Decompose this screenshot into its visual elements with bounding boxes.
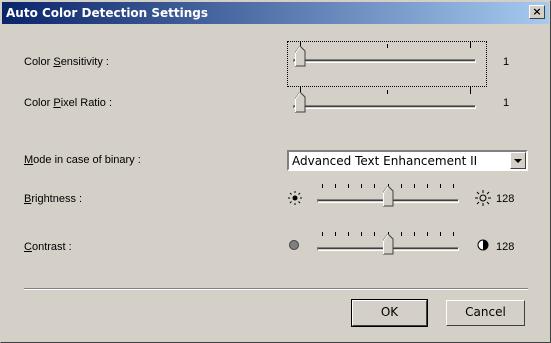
contrast-high-icon [477, 239, 489, 251]
brightness-label: Brightness : [24, 193, 83, 205]
slider-tick [387, 90, 388, 94]
slider-tick [335, 232, 336, 236]
binary-mode-selected: Advanced Text Enhancement II [292, 154, 478, 168]
slider-tick [361, 184, 362, 188]
slider-tick [335, 184, 336, 188]
slider-tick [348, 184, 349, 188]
slider-tick [401, 232, 402, 236]
chevron-down-icon [514, 159, 522, 163]
ok-button[interactable]: OK [351, 299, 428, 327]
slider-tick [453, 184, 454, 188]
contrast-value: 128 [496, 241, 515, 253]
contrast-label: Contrast : [24, 241, 72, 253]
sun-large-icon [475, 190, 491, 206]
slider-tick [361, 232, 362, 236]
dialog-title: Auto Color Detection Settings [6, 6, 209, 20]
slider-tick [427, 232, 428, 236]
slider-tick [440, 232, 441, 236]
slider-tick [427, 184, 428, 188]
sun-small-icon [288, 191, 302, 205]
slider-tick [453, 232, 454, 236]
slider-track [293, 59, 476, 63]
slider-tick [374, 232, 375, 236]
color-sensitivity-slider[interactable] [293, 41, 476, 75]
dropdown-button[interactable] [510, 152, 526, 169]
slider-tick [387, 44, 388, 48]
slider-tick [440, 184, 441, 188]
color-pixel-ratio-label: Color Pixel Ratio : [24, 97, 113, 109]
slider-tick [470, 87, 471, 94]
brightness-slider[interactable] [317, 181, 459, 215]
slider-tick [470, 41, 471, 48]
slider-tick [348, 232, 349, 236]
slider-track [293, 105, 476, 109]
slider-tick [374, 184, 375, 188]
binary-mode-label: Mode in case of binary : [24, 154, 141, 166]
contrast-slider[interactable] [317, 229, 459, 263]
auto-color-detection-dialog: Auto Color Detection Settings × Color Se… [0, 0, 551, 343]
slider-thumb[interactable] [295, 92, 306, 113]
slider-tick [414, 232, 415, 236]
close-button[interactable]: × [529, 5, 545, 19]
slider-thumb[interactable] [383, 186, 394, 207]
color-pixel-ratio-value: 1 [503, 97, 510, 109]
separator [24, 288, 528, 290]
slider-thumb[interactable] [383, 234, 394, 255]
brightness-value: 128 [496, 193, 515, 205]
slider-tick [401, 184, 402, 188]
cancel-button[interactable]: Cancel [446, 300, 525, 326]
slider-tick [322, 184, 323, 188]
color-sensitivity-label: Color Sensitivity : [24, 56, 109, 68]
slider-thumb[interactable] [295, 46, 306, 67]
slider-tick [322, 232, 323, 236]
color-sensitivity-value: 1 [503, 56, 510, 68]
slider-tick [414, 184, 415, 188]
color-pixel-ratio-slider[interactable] [293, 87, 476, 121]
contrast-low-icon [289, 240, 299, 250]
binary-mode-select[interactable]: Advanced Text Enhancement II [287, 150, 528, 171]
title-bar[interactable]: Auto Color Detection Settings × [2, 2, 549, 24]
